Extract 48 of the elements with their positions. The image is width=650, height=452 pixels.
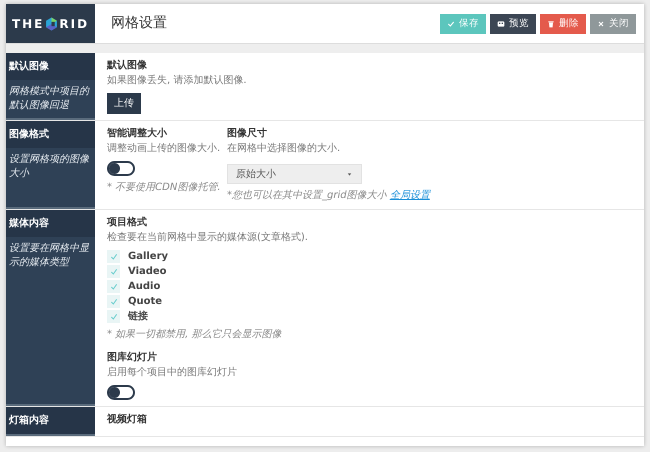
- field-description: 检查要在当前网格中显示的媒体源(文章格式).: [107, 230, 308, 245]
- field-title: 视频灯箱: [107, 412, 147, 427]
- field-title: 图库幻灯片: [107, 350, 158, 365]
- logo: THE RID: [6, 4, 95, 43]
- sidebar-description: 设置网格项的图像大小: [8, 152, 90, 180]
- field-description: 在网格中选择图像的大小.: [227, 142, 342, 156]
- checkbox[interactable]: [107, 265, 120, 278]
- monitor-icon: [497, 20, 505, 28]
- field-title: 默认图像: [107, 58, 148, 73]
- sidebar-description: 设置要在网格中显示的媒体类型: [8, 242, 90, 270]
- checkbox-label: Audio: [128, 280, 160, 293]
- caret-icon: [346, 170, 353, 178]
- logo-mark-icon: [45, 16, 58, 30]
- page-title: 网格设置: [111, 14, 168, 33]
- preview-button[interactable]: 预览: [490, 14, 536, 34]
- sidebar-title: 图像格式: [6, 121, 95, 148]
- field-title: 图像尺寸: [227, 126, 268, 141]
- checkbox-label: Gallery: [128, 250, 168, 263]
- field-note: * 不要使用CDN图像托管.: [107, 180, 222, 195]
- field-title: 智能调整大小: [107, 126, 168, 141]
- toggle-switch[interactable]: [107, 385, 135, 400]
- checkbox[interactable]: [107, 280, 120, 293]
- checkbox[interactable]: [107, 250, 120, 263]
- field-title: 项目格式: [107, 216, 148, 230]
- checkbox-label: 链接: [128, 310, 148, 323]
- checkbox-label: Quote: [128, 295, 162, 308]
- save-button[interactable]: 保存: [440, 14, 486, 34]
- field-description: 如果图像丢失, 请添加默认图像.: [107, 74, 247, 88]
- checkbox[interactable]: [107, 295, 120, 308]
- sidebar-title: 默认图像: [6, 53, 95, 80]
- sidebar-description: 网格模式中项目的默认图像回退: [8, 84, 91, 112]
- sidebar-title: 灯箱内容: [6, 407, 95, 434]
- close-icon: [597, 20, 605, 28]
- image-size-select[interactable]: 原始大小: [227, 164, 362, 184]
- checkbox-label: Viadeo: [128, 265, 167, 278]
- toggle-switch[interactable]: [107, 161, 135, 176]
- field-note: *您也可以在其中设置_grid图像大小 全局设置: [227, 188, 430, 203]
- field-note: * 如果一切都禁用, 那么它只会显示图像: [107, 328, 283, 342]
- global-settings-link[interactable]: 全局设置: [390, 190, 430, 201]
- field-description: 启用每个项目中的图库幻灯片: [107, 366, 237, 380]
- sidebar-title: 媒体内容: [6, 210, 95, 237]
- field-description: 调整动画上传的图像大小.: [107, 142, 222, 156]
- delete-button[interactable]: 删除: [540, 14, 586, 34]
- trash-icon: [547, 20, 555, 28]
- upload-button[interactable]: 上传: [107, 93, 141, 114]
- checkbox[interactable]: [107, 310, 120, 323]
- check-icon: [447, 20, 455, 28]
- close-button[interactable]: 关闭: [590, 14, 636, 34]
